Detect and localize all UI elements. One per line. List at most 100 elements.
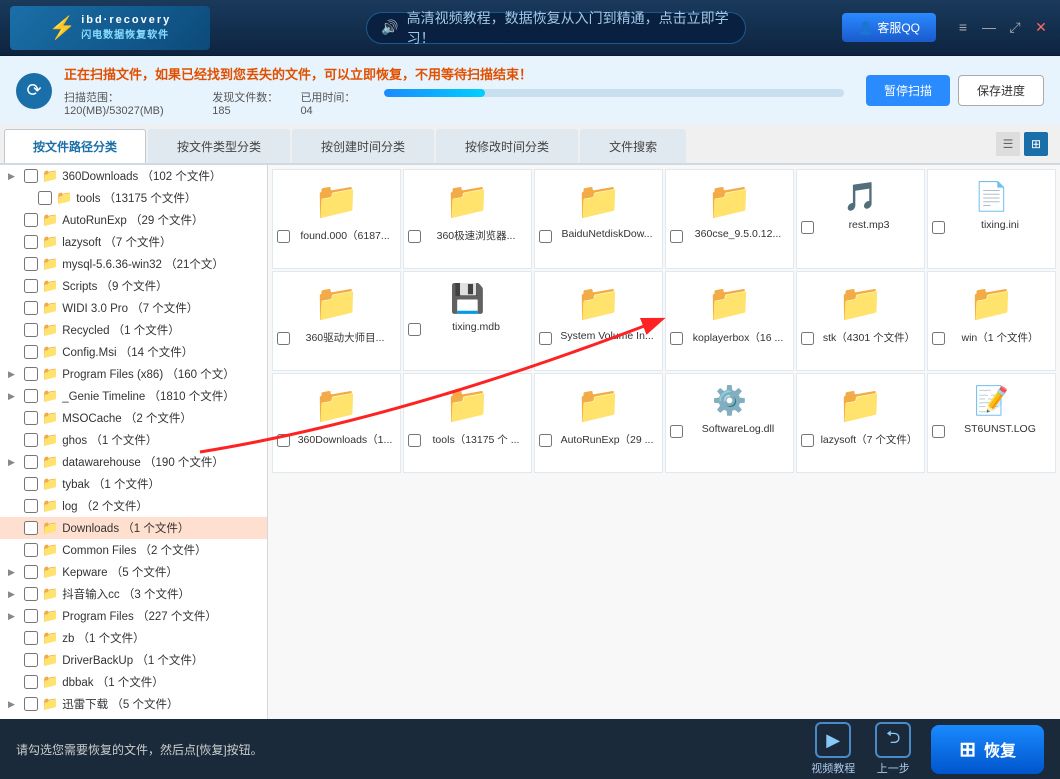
tree-checkbox[interactable]: [24, 433, 38, 447]
tree-expand-icon[interactable]: ▶: [8, 699, 20, 710]
tree-item[interactable]: 📁lazysoft （7 个文件）: [0, 231, 267, 253]
tree-checkbox[interactable]: [24, 389, 38, 403]
tree-checkbox[interactable]: [24, 301, 38, 315]
tree-item[interactable]: ▶📁360Downloads （102 个文件）: [0, 165, 267, 187]
grid-file-item[interactable]: 🎵rest.mp3: [796, 169, 925, 269]
tree-checkbox[interactable]: [24, 565, 38, 579]
grid-item-checkbox[interactable]: [932, 425, 945, 438]
grid-item-checkbox[interactable]: [801, 434, 814, 447]
tree-checkbox[interactable]: [24, 323, 38, 337]
tree-item[interactable]: 📁log （2 个文件）: [0, 495, 267, 517]
grid-file-item[interactable]: ⚙️SoftwareLog.dll: [665, 373, 794, 473]
grid-item-checkbox[interactable]: [277, 434, 290, 447]
tree-checkbox[interactable]: [24, 169, 38, 183]
tree-checkbox[interactable]: [38, 191, 52, 205]
tree-checkbox[interactable]: [24, 345, 38, 359]
tree-checkbox[interactable]: [24, 235, 38, 249]
grid-item-checkbox[interactable]: [670, 425, 683, 438]
tab-search[interactable]: 文件搜索: [580, 129, 686, 163]
tree-item[interactable]: ▶📁抖音输入cc （3 个文件）: [0, 583, 267, 605]
tab-modify-time[interactable]: 按修改时间分类: [436, 129, 578, 163]
tab-type[interactable]: 按文件类型分类: [148, 129, 290, 163]
pause-scan-button[interactable]: 暂停扫描: [866, 75, 950, 106]
tree-checkbox[interactable]: [24, 279, 38, 293]
tree-checkbox[interactable]: [24, 455, 38, 469]
grid-item-checkbox[interactable]: [408, 230, 421, 243]
tree-item[interactable]: 📁MSOCache （2 个文件）: [0, 407, 267, 429]
grid-file-item[interactable]: 📄tixing.ini: [927, 169, 1056, 269]
tree-item[interactable]: ▶📁_Genie Timeline （1810 个文件）: [0, 385, 267, 407]
grid-file-item[interactable]: 📁BaiduNetdiskDow...: [534, 169, 663, 269]
minimize-icon[interactable]: —: [980, 19, 998, 36]
save-progress-button[interactable]: 保存进度: [958, 75, 1044, 106]
tree-item[interactable]: 📁mysql-5.6.36-win32 （21个文）: [0, 253, 267, 275]
tree-item[interactable]: 📁DriverBackUp （1 个文件）: [0, 649, 267, 671]
grid-file-item[interactable]: 📝ST6UNST.LOG: [927, 373, 1056, 473]
grid-item-checkbox[interactable]: [277, 332, 290, 345]
grid-file-item[interactable]: 📁System Volume In...: [534, 271, 663, 371]
grid-file-item[interactable]: 📁stk（4301 个文件）: [796, 271, 925, 371]
tree-item[interactable]: 📁Config.Msi （14 个文件）: [0, 341, 267, 363]
tree-expand-icon[interactable]: ▶: [8, 171, 20, 182]
grid-item-checkbox[interactable]: [801, 221, 814, 234]
tree-checkbox[interactable]: [24, 521, 38, 535]
tree-checkbox[interactable]: [24, 213, 38, 227]
tree-item[interactable]: 📁Recycled （1 个文件）: [0, 319, 267, 341]
grid-item-checkbox[interactable]: [408, 323, 421, 336]
tree-expand-icon[interactable]: ▶: [8, 611, 20, 622]
tab-create-time[interactable]: 按创建时间分类: [292, 129, 434, 163]
grid-item-checkbox[interactable]: [277, 230, 290, 243]
grid-file-item[interactable]: 📁360驱动大师目...: [272, 271, 401, 371]
tree-item[interactable]: ▶📁datawarehouse （190 个文件）: [0, 451, 267, 473]
grid-item-checkbox[interactable]: [932, 221, 945, 234]
maximize-icon[interactable]: ⤢: [1006, 19, 1024, 36]
grid-item-checkbox[interactable]: [408, 434, 421, 447]
grid-item-checkbox[interactable]: [670, 230, 683, 243]
grid-file-item[interactable]: 📁AutoRunExp（29 ...: [534, 373, 663, 473]
recover-button[interactable]: ⊞ 恢复: [931, 725, 1044, 774]
tree-expand-icon[interactable]: ▶: [8, 369, 20, 380]
grid-file-item[interactable]: 📁360cse_9.5.0.12...: [665, 169, 794, 269]
tree-checkbox[interactable]: [24, 631, 38, 645]
tree-checkbox[interactable]: [24, 675, 38, 689]
grid-file-item[interactable]: 📁360Downloads（1...: [272, 373, 401, 473]
tree-item[interactable]: 📁zb （1 个文件）: [0, 627, 267, 649]
grid-file-item[interactable]: 📁found.000（6187...: [272, 169, 401, 269]
list-view-button[interactable]: ☰: [996, 132, 1020, 156]
tree-checkbox[interactable]: [24, 257, 38, 271]
tree-item[interactable]: 📁WIDI 3.0 Pro （7 个文件）: [0, 297, 267, 319]
menu-icon[interactable]: ≡: [954, 19, 972, 36]
tree-item[interactable]: 📁Downloads （1 个文件）: [0, 517, 267, 539]
grid-file-item[interactable]: 📁360极速浏览器...: [403, 169, 532, 269]
tree-item[interactable]: 📁dbbak （1 个文件）: [0, 671, 267, 693]
tree-item[interactable]: ▶📁迅雷下载 （5 个文件）: [0, 693, 267, 715]
grid-item-checkbox[interactable]: [801, 332, 814, 345]
grid-view-button[interactable]: ⊞: [1024, 132, 1048, 156]
qq-button[interactable]: 👤 客服QQ: [842, 13, 936, 42]
tree-expand-icon[interactable]: ▶: [8, 589, 20, 600]
tree-checkbox[interactable]: [24, 609, 38, 623]
tree-item[interactable]: 📁Scripts （9 个文件）: [0, 275, 267, 297]
tree-item[interactable]: ▶📁Kepware （5 个文件）: [0, 561, 267, 583]
grid-file-item[interactable]: 📁koplayerbox（16 ...: [665, 271, 794, 371]
tree-expand-icon[interactable]: ▶: [8, 567, 20, 578]
tree-checkbox[interactable]: [24, 477, 38, 491]
tab-path[interactable]: 按文件路径分类: [4, 129, 146, 163]
tree-item[interactable]: 📁tools （13175 个文件）: [0, 187, 267, 209]
tree-item[interactable]: 📁NUL.{F5175861-2688-11d0-9C5E: [0, 715, 267, 719]
tree-item[interactable]: 📁ghos （1 个文件）: [0, 429, 267, 451]
tree-checkbox[interactable]: [24, 653, 38, 667]
grid-file-item[interactable]: 📁lazysoft（7 个文件）: [796, 373, 925, 473]
tree-checkbox[interactable]: [24, 543, 38, 557]
grid-item-checkbox[interactable]: [670, 332, 683, 345]
tree-item[interactable]: 📁Common Files （2 个文件）: [0, 539, 267, 561]
grid-item-checkbox[interactable]: [932, 332, 945, 345]
tree-checkbox[interactable]: [24, 697, 38, 711]
close-icon[interactable]: ✕: [1032, 19, 1050, 36]
grid-item-checkbox[interactable]: [539, 230, 552, 243]
tree-checkbox[interactable]: [24, 499, 38, 513]
tree-expand-icon[interactable]: ▶: [8, 391, 20, 402]
grid-file-item[interactable]: 📁tools（13175 个 ...: [403, 373, 532, 473]
tree-checkbox[interactable]: [24, 587, 38, 601]
tree-checkbox[interactable]: [24, 411, 38, 425]
